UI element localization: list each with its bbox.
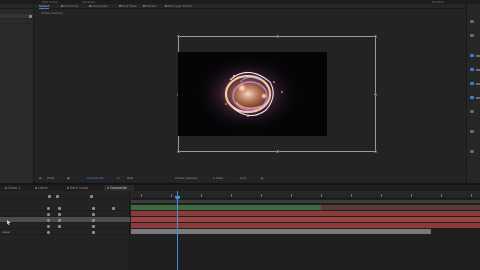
layer-duration-bar-selected[interactable] [131, 217, 480, 222]
tab-tracker[interactable]: Tracker [143, 4, 156, 9]
preview-icon[interactable] [470, 54, 474, 57]
tab-full-comp[interactable]: Full Comp [61, 4, 78, 9]
ruler-tick [321, 194, 322, 197]
ruler-tick [261, 194, 262, 197]
parent-dropdown-icon[interactable] [112, 206, 115, 210]
view-layout-dropdown[interactable]: 1 View [213, 176, 223, 181]
layer-duration-bar[interactable] [321, 205, 480, 210]
project-item[interactable] [0, 19, 33, 24]
layer-type-icon [58, 206, 61, 210]
parent-icon[interactable] [92, 224, 95, 228]
close-icon[interactable] [35, 187, 37, 189]
panel-label [476, 97, 480, 99]
transform-handle[interactable] [276, 150, 279, 153]
close-icon[interactable] [67, 187, 69, 189]
layer-row[interactable]: Layer [0, 229, 130, 235]
panel-label [476, 69, 480, 71]
energy-ring-effect [178, 52, 327, 136]
tab-flow-view[interactable]: Flow View [119, 4, 136, 9]
dot-icon [61, 5, 63, 7]
panel-label [476, 83, 480, 85]
tab-composite[interactable]: Composite [89, 4, 108, 9]
project-panel [0, 4, 34, 184]
tab-ref-layer-frame[interactable]: Ref Layer Frame [165, 4, 192, 9]
timecode-display[interactable]: 0;00;02;28 [87, 176, 103, 181]
close-icon[interactable] [107, 187, 109, 189]
work-area-bar[interactable] [131, 200, 480, 203]
lock-icon[interactable] [56, 194, 59, 198]
parent-icon[interactable] [92, 212, 95, 216]
timeline-graph[interactable] [131, 191, 480, 270]
viewer-tab-bar: Output Full Comp Composite Flow View Tra… [35, 4, 465, 9]
layer-duration-bar[interactable] [131, 223, 480, 228]
transform-handle[interactable] [374, 93, 377, 96]
transform-handle[interactable] [177, 35, 180, 38]
layer-type-icon [58, 224, 61, 228]
ruler-tick [291, 194, 292, 197]
layer-type-icon [58, 212, 61, 216]
ruler-tick [141, 194, 142, 197]
ruler-tick [171, 194, 172, 197]
ruler-tick [231, 194, 232, 197]
ruler-tick [381, 194, 382, 197]
layer-duration-bar[interactable] [131, 229, 431, 234]
viewer-toolbar: ⊞ (Full) ◉ 0;00;02;28 ◎ Half Active Came… [35, 174, 465, 181]
layer-type-icon [58, 218, 61, 222]
ruler-tick [441, 194, 442, 197]
viewer-subheader-label: Active Camera [41, 11, 64, 15]
parent-icon[interactable] [92, 230, 95, 234]
layer-controls-header [0, 193, 130, 199]
dot-icon [143, 5, 145, 7]
info-icon[interactable] [470, 20, 474, 23]
grid-icon[interactable]: ⊞ [39, 176, 42, 181]
dot-icon [119, 5, 121, 7]
composition-render[interactable] [178, 52, 327, 136]
effects-icon[interactable] [470, 68, 474, 71]
layer-duration-bar[interactable] [131, 211, 480, 216]
eye-icon[interactable] [47, 206, 50, 210]
eye-icon[interactable] [47, 212, 50, 216]
ruler-tick [201, 194, 202, 197]
folder-icon [29, 15, 32, 18]
tab-output[interactable]: Output [39, 4, 50, 9]
switches-icon[interactable] [90, 194, 93, 198]
active-camera-dropdown[interactable]: Active Camera [175, 176, 197, 181]
playhead[interactable] [177, 191, 178, 270]
camera-icon[interactable]: ◉ [67, 176, 70, 181]
layer-duration-bar[interactable] [131, 205, 321, 210]
panel-label [476, 55, 480, 57]
transform-handle[interactable] [276, 35, 279, 38]
transform-handle[interactable] [374, 150, 377, 153]
solo-icon[interactable] [48, 194, 51, 198]
viewer-subheader: Active Camera [35, 10, 465, 15]
dot-icon [89, 5, 91, 7]
ruler-tick [351, 194, 352, 197]
eye-icon[interactable] [47, 230, 50, 234]
paragraph-icon[interactable] [470, 96, 474, 99]
right-panel [466, 4, 480, 186]
dot-icon [165, 5, 167, 7]
tracker-icon[interactable] [470, 130, 474, 133]
transform-handle[interactable] [177, 150, 180, 153]
timeline-tab-bar: Comp 1 Lights Dark Comp Composite [0, 183, 480, 191]
parent-icon[interactable] [92, 218, 95, 222]
eye-icon[interactable] [47, 224, 50, 228]
time-ruler[interactable] [131, 191, 480, 199]
ruler-tick [411, 194, 412, 197]
audio-icon[interactable] [470, 34, 474, 37]
fast-preview-icon[interactable]: ◆ [261, 176, 263, 181]
eye-icon[interactable] [47, 218, 50, 222]
layer-list: Layer [0, 191, 130, 270]
align-icon[interactable] [470, 82, 474, 85]
transform-handle[interactable] [374, 35, 377, 38]
character-icon[interactable] [470, 110, 474, 113]
content-aware-icon[interactable] [470, 150, 474, 153]
ruler-tick [471, 194, 472, 197]
zoom-dropdown[interactable]: (Full) [47, 176, 54, 181]
close-icon[interactable] [5, 187, 7, 189]
exposure-value[interactable]: +0.0 [239, 176, 246, 181]
parent-icon[interactable] [92, 206, 95, 210]
snapshot-icon[interactable]: ◎ [117, 176, 120, 181]
resolution-dropdown[interactable]: Half [127, 176, 133, 181]
